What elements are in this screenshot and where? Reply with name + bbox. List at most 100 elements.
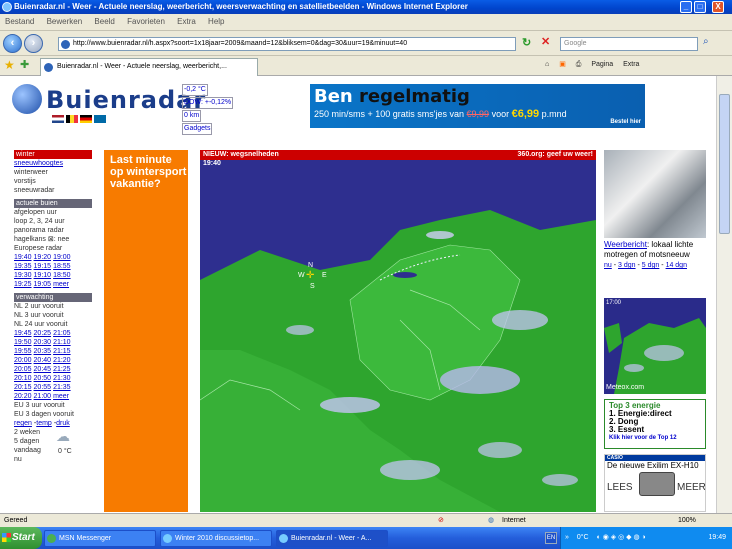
sidebar-item-5dagen[interactable]: 5 dagen	[14, 437, 92, 446]
meer-link[interactable]: meer	[53, 281, 69, 288]
temp-link[interactable]: temp	[36, 420, 52, 427]
url-input[interactable]: http://www.buienradar.nl/h.aspx?soort=1x…	[58, 37, 516, 51]
europe-radar-image[interactable]: 17:00 Meteox.com	[604, 298, 706, 394]
regen-link[interactable]: regen	[14, 420, 32, 427]
time-link[interactable]: 19:35	[14, 263, 32, 270]
time-link[interactable]: 20:45	[34, 366, 52, 373]
time-link[interactable]: 20:25	[34, 330, 52, 337]
time-link[interactable]: 19:10	[34, 272, 52, 279]
sidebar-item-sneeuwradar[interactable]: sneeuwradar	[14, 186, 92, 195]
flag-de-icon[interactable]	[80, 115, 92, 123]
top3-energie-box[interactable]: Top 3 energie 1. Energie:direct 2. Dong …	[604, 399, 706, 449]
sidebar-item-loop[interactable]: loop 2, 3, 24 uur	[14, 217, 92, 226]
forecast-nu-link[interactable]: nu	[604, 262, 612, 269]
time-link[interactable]: 21:00	[34, 393, 52, 400]
zoom-level[interactable]: 100%	[678, 514, 696, 527]
time-link[interactable]: 20:00	[14, 357, 32, 364]
time-link[interactable]: 19:05	[34, 281, 52, 288]
time-link[interactable]: 19:30	[14, 272, 32, 279]
add-favorite-icon[interactable]: ✚	[20, 58, 29, 71]
search-input[interactable]: Google	[560, 37, 698, 51]
scrollbar-thumb[interactable]	[719, 94, 730, 234]
flag-be-icon[interactable]	[66, 115, 78, 123]
forecast-3dgn-link[interactable]: 3 dgn	[618, 262, 636, 269]
time-link[interactable]: 21:35	[53, 384, 71, 391]
sidebar-item-sneeuwhoogtes[interactable]: sneeuwhoogtes	[14, 159, 92, 168]
time-link[interactable]: 18:50	[53, 272, 71, 279]
stop-icon[interactable]: ✕	[541, 35, 550, 48]
task-buienradar[interactable]: Buienradar.nl - Weer - A...	[276, 530, 388, 547]
search-icon[interactable]: ⌕	[703, 36, 709, 47]
time-link[interactable]: 21:20	[53, 357, 71, 364]
tab-buienradar[interactable]: Buienradar.nl - Weer - Actuele neerslag,…	[40, 58, 258, 76]
start-button[interactable]: Start	[0, 527, 42, 549]
blocked-content-icon[interactable]: ⊘	[438, 514, 444, 527]
menu-beeld[interactable]: Beeld	[89, 14, 119, 29]
sidebar-item-eu3[interactable]: EU 3 uur vooruit	[14, 401, 92, 410]
time-link[interactable]: 18:55	[53, 263, 71, 270]
sidebar-item-afgelopen-uur[interactable]: afgelopen uur	[14, 208, 92, 217]
weerbericht-link[interactable]: Weerbericht	[604, 240, 647, 249]
window-title-bar[interactable]: Buienradar.nl - Weer - Actuele neerslag,…	[0, 0, 732, 14]
time-link[interactable]: 19:45	[14, 330, 32, 337]
sidebar-item-eu3dagen[interactable]: EU 3 dagen vooruit	[14, 410, 92, 419]
time-link[interactable]: 21:25	[53, 366, 71, 373]
time-link[interactable]: 20:05	[14, 366, 32, 373]
feedback-link[interactable]: 360.org: geef uw weer!	[518, 150, 593, 160]
maximize-button[interactable]: □	[694, 1, 706, 13]
refresh-icon[interactable]: ↻	[522, 36, 531, 49]
wintersport-promo[interactable]: Last minute op wintersport vakantie?	[104, 150, 188, 512]
time-link[interactable]: 21:30	[53, 375, 71, 382]
back-button[interactable]: ‹	[3, 34, 22, 53]
time-link[interactable]: 20:30	[34, 339, 52, 346]
dow-link[interactable]: DOW: +-0,12%	[182, 97, 234, 109]
tray-icons[interactable]: ◐ ◉ ◈ ◎ ◆ ◍ ◑	[597, 534, 646, 541]
close-button[interactable]: X	[712, 1, 724, 13]
time-link[interactable]: 21:10	[53, 339, 71, 346]
sidebar-item-2weken[interactable]: 2 weken	[14, 428, 92, 437]
flag-nl-icon[interactable]	[52, 115, 64, 123]
sidebar-item-europese-radar[interactable]: Europese radar	[14, 244, 92, 253]
druk-link[interactable]: druk	[56, 420, 70, 427]
time-link[interactable]: 20:35	[34, 348, 52, 355]
gadgets-link[interactable]: Gadgets	[182, 123, 213, 135]
home-icon[interactable]: ⌂	[545, 61, 549, 68]
time-link[interactable]: 19:40	[14, 254, 32, 261]
time-link[interactable]: 21:15	[53, 348, 71, 355]
task-winter[interactable]: Winter 2010 discussietop...	[160, 530, 272, 547]
time-link[interactable]: 19:25	[14, 281, 32, 288]
menu-bestand[interactable]: Bestand	[0, 14, 39, 29]
meer-link[interactable]: meer	[53, 393, 69, 400]
time-link[interactable]: 20:20	[14, 393, 32, 400]
tray-expand-icon[interactable]: »	[565, 534, 569, 541]
temp-link[interactable]: -0,2 °C	[182, 84, 208, 96]
language-indicator[interactable]: EN	[545, 532, 557, 544]
time-link[interactable]: 20:15	[14, 384, 32, 391]
radar-map[interactable]: N S W E ✛	[200, 150, 596, 512]
sidebar-item-nl2[interactable]: NL 2 uur vooruit	[14, 302, 92, 311]
top3-cta[interactable]: Klik hier voor de Top 12	[609, 434, 701, 442]
time-link[interactable]: 20:10	[14, 375, 32, 382]
minimize-button[interactable]: _	[680, 1, 692, 13]
print-icon[interactable]: ⎙	[576, 61, 582, 68]
pagina-menu[interactable]: Pagina	[591, 61, 613, 68]
menu-help[interactable]: Help	[203, 14, 229, 29]
time-link[interactable]: 19:50	[14, 339, 32, 346]
time-link[interactable]: 19:00	[53, 254, 71, 261]
casio-ad[interactable]: CASIO De nieuwe Exilim EX-H10 LEES MEER	[604, 454, 706, 512]
menu-favorieten[interactable]: Favorieten	[122, 14, 170, 29]
sidebar-item-hagelkans[interactable]: hagelkans ⊠: nee	[14, 235, 92, 244]
forecast-5dgn-link[interactable]: 5 dgn	[642, 262, 660, 269]
sidebar-item-nl24[interactable]: NL 24 uur vooruit	[14, 320, 92, 329]
forward-button[interactable]: ›	[24, 34, 43, 53]
satellite-image[interactable]	[604, 150, 706, 238]
time-link[interactable]: 19:15	[34, 263, 52, 270]
banner-cta[interactable]: Bestel hier	[610, 119, 641, 125]
sidebar-item-nu[interactable]: nu	[14, 455, 92, 464]
favorites-star-icon[interactable]: ★	[4, 58, 15, 72]
feeds-icon[interactable]: ▣	[559, 61, 566, 68]
time-link[interactable]: 19:20	[34, 254, 52, 261]
ad-banner[interactable]: Ben regelmatig 250 min/sms + 100 gratis …	[310, 84, 645, 128]
vertical-scrollbar[interactable]	[716, 76, 732, 513]
time-link[interactable]: 21:05	[53, 330, 71, 337]
